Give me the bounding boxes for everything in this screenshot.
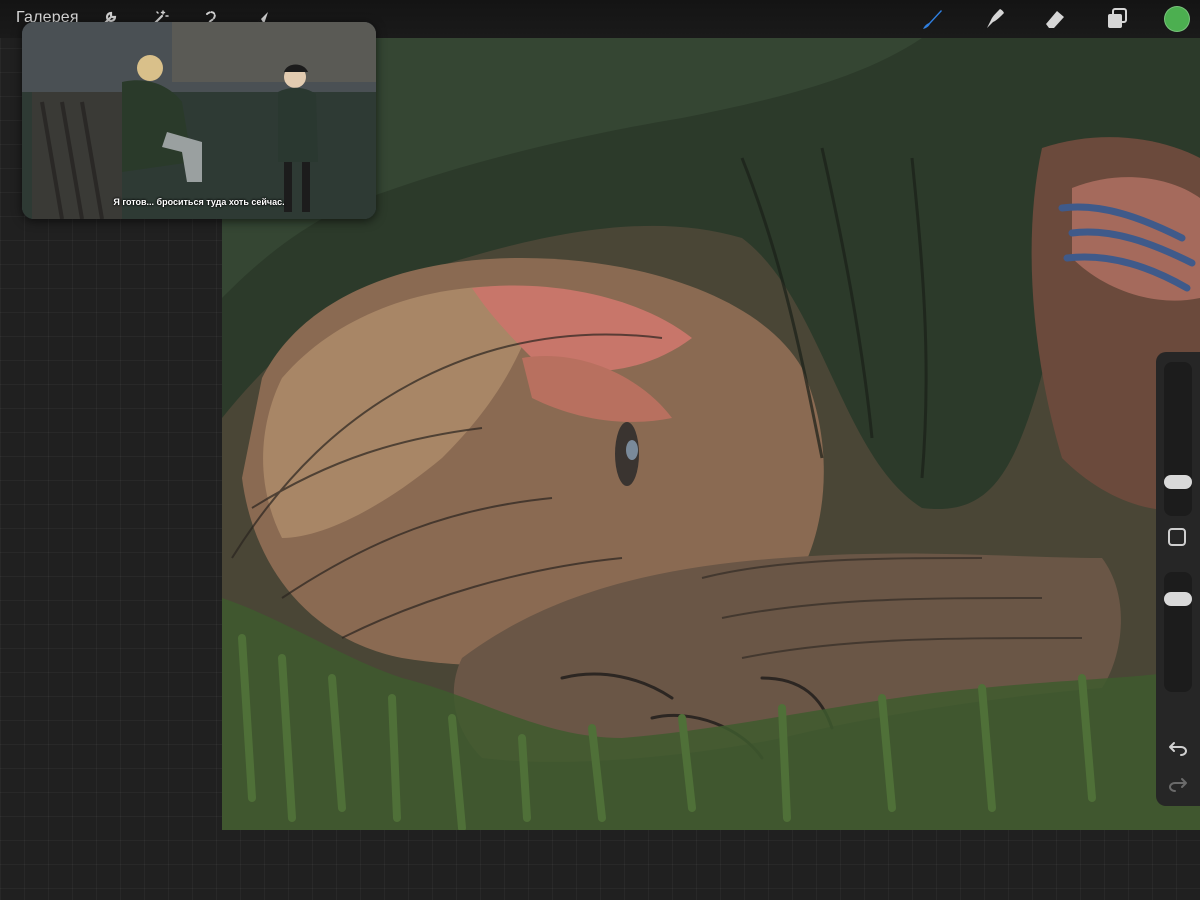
modify-button[interactable] — [1168, 528, 1186, 546]
opacity-slider-track[interactable] — [1164, 572, 1192, 692]
layers-icon[interactable] — [1102, 4, 1132, 34]
reference-window[interactable]: Я готов... броситься туда хоть сейчас. — [22, 22, 376, 219]
opacity-slider-thumb[interactable] — [1164, 592, 1192, 606]
reference-subtitle: Я готов... броситься туда хоть сейчас. — [113, 197, 285, 207]
brush-size-slider-track[interactable] — [1164, 362, 1192, 516]
color-picker-swatch[interactable] — [1164, 6, 1190, 32]
undo-icon[interactable] — [1166, 736, 1190, 760]
brush-size-slider-thumb[interactable] — [1164, 475, 1192, 489]
brush-icon[interactable] — [917, 4, 947, 34]
eraser-icon[interactable] — [1040, 4, 1070, 34]
smudge-icon[interactable] — [979, 4, 1009, 34]
redo-icon[interactable] — [1166, 772, 1190, 796]
